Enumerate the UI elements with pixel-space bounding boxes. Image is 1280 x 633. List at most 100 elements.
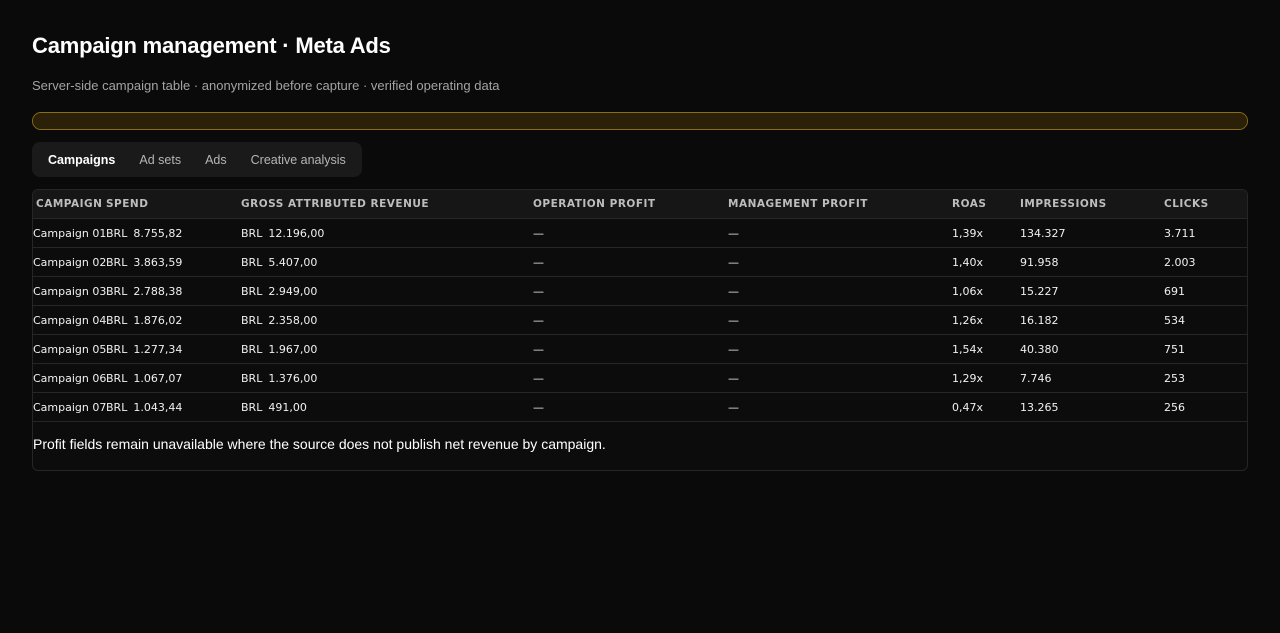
cell-spend: BRL 1.277,34	[106, 334, 241, 364]
table-row[interactable]: Campaign 02 BRL 3.863,59 BRL 5.407,00 — — …	[33, 247, 1247, 277]
cell-impressions: 40.380	[1020, 334, 1164, 364]
tab-ads[interactable]: Ads	[193, 146, 239, 174]
cell-spend: BRL 1.043,44	[106, 392, 241, 422]
cell-roas: 0,47x	[952, 392, 1020, 422]
currency-code: BRL	[106, 400, 128, 414]
page-title: Campaign management · Meta Ads	[32, 33, 391, 58]
campaign-management-page: Campaign management · Meta Ads Server-si…	[0, 0, 1280, 633]
amount: 1.376,00	[268, 371, 318, 385]
loading-progress-bar	[32, 112, 1248, 130]
cell-campaign: Campaign 01	[33, 218, 106, 248]
cell-revenue: BRL 1.376,00	[241, 363, 533, 393]
table-row[interactable]: Campaign 04 BRL 1.876,02 BRL 2.358,00 — — …	[33, 305, 1247, 335]
currency-code: BRL	[241, 342, 263, 356]
column-header-impressions[interactable]: Impressions	[1020, 190, 1164, 219]
column-header-management-profit[interactable]: Management profit	[728, 190, 952, 219]
table-row[interactable]: Campaign 01 BRL 8.755,82 BRL 12.196,00 — —…	[33, 218, 1247, 248]
amount: 1.067,07	[133, 371, 183, 385]
cell-campaign: Campaign 03	[33, 276, 106, 306]
cell-revenue: BRL 2.949,00	[241, 276, 533, 306]
cell-operation-profit: —	[533, 276, 728, 306]
cell-spend: BRL 1.067,07	[106, 363, 241, 393]
table-row[interactable]: Campaign 05 BRL 1.277,34 BRL 1.967,00 — — …	[33, 334, 1247, 364]
cell-spend: BRL 2.788,38	[106, 276, 241, 306]
table-row[interactable]: Campaign 03 BRL 2.788,38 BRL 2.949,00 — — …	[33, 276, 1247, 306]
cell-operation-profit: —	[533, 247, 728, 277]
cell-campaign: Campaign 04	[33, 305, 106, 335]
cell-spend: BRL 8.755,82	[106, 218, 241, 248]
cell-clicks: 2.003	[1164, 247, 1247, 277]
cell-clicks: 534	[1164, 305, 1247, 335]
cell-management-profit: —	[728, 218, 952, 248]
cell-campaign: Campaign 02	[33, 247, 106, 277]
currency-code: BRL	[106, 284, 128, 298]
cell-operation-profit: —	[533, 218, 728, 248]
cell-revenue: BRL 2.358,00	[241, 305, 533, 335]
column-header-campaign[interactable]: Campaign	[33, 190, 106, 219]
cell-campaign: Campaign 07	[33, 392, 106, 422]
column-header-operation-profit[interactable]: Operation profit	[533, 190, 728, 219]
cell-clicks: 253	[1164, 363, 1247, 393]
cell-operation-profit: —	[533, 334, 728, 364]
amount: 2.788,38	[133, 284, 183, 298]
cell-roas: 1,40x	[952, 247, 1020, 277]
column-header-gross-attributed-revenue[interactable]: Gross attributed revenue	[241, 190, 533, 219]
currency-code: BRL	[106, 371, 128, 385]
campaign-table: Campaign Spend Gross attributed revenue …	[33, 190, 1247, 422]
cell-roas: 1,29x	[952, 363, 1020, 393]
amount: 12.196,00	[268, 226, 325, 240]
cell-revenue: BRL 1.967,00	[241, 334, 533, 364]
table-row[interactable]: Campaign 07 BRL 1.043,44 BRL 491,00 — — 0,…	[33, 392, 1247, 422]
cell-clicks: 691	[1164, 276, 1247, 306]
cell-management-profit: —	[728, 305, 952, 335]
cell-impressions: 91.958	[1020, 247, 1164, 277]
cell-roas: 1,39x	[952, 218, 1020, 248]
cell-clicks: 256	[1164, 392, 1247, 422]
tab-ad-sets[interactable]: Ad sets	[127, 146, 193, 174]
cell-revenue: BRL 12.196,00	[241, 218, 533, 248]
amount: 1.876,02	[133, 313, 183, 327]
cell-spend: BRL 3.863,59	[106, 247, 241, 277]
cell-revenue: BRL 5.407,00	[241, 247, 533, 277]
cell-management-profit: —	[728, 247, 952, 277]
cell-roas: 1,54x	[952, 334, 1020, 364]
cell-management-profit: —	[728, 392, 952, 422]
currency-code: BRL	[241, 371, 263, 385]
currency-code: BRL	[241, 400, 263, 414]
amount: 1.277,34	[133, 342, 183, 356]
cell-clicks: 3.711	[1164, 218, 1247, 248]
currency-code: BRL	[241, 226, 263, 240]
table-footnote: Profit fields remain unavailable where t…	[33, 436, 606, 452]
column-header-spend[interactable]: Spend	[106, 190, 241, 219]
campaign-table-card: Campaign Spend Gross attributed revenue …	[32, 189, 1248, 471]
column-header-clicks[interactable]: Clicks	[1164, 190, 1247, 219]
view-tabs: Campaigns Ad sets Ads Creative analysis	[32, 142, 362, 177]
tab-campaigns[interactable]: Campaigns	[36, 146, 127, 174]
tab-creative-analysis[interactable]: Creative analysis	[239, 146, 358, 174]
cell-management-profit: —	[728, 363, 952, 393]
currency-code: BRL	[106, 342, 128, 356]
amount: 2.949,00	[268, 284, 318, 298]
cell-impressions: 7.746	[1020, 363, 1164, 393]
cell-clicks: 751	[1164, 334, 1247, 364]
amount: 2.358,00	[268, 313, 318, 327]
cell-impressions: 134.327	[1020, 218, 1164, 248]
amount: 491,00	[268, 400, 307, 414]
cell-spend: BRL 1.876,02	[106, 305, 241, 335]
cell-impressions: 13.265	[1020, 392, 1164, 422]
column-header-roas[interactable]: ROAS	[952, 190, 1020, 219]
cell-roas: 1,26x	[952, 305, 1020, 335]
cell-impressions: 16.182	[1020, 305, 1164, 335]
table-row[interactable]: Campaign 06 BRL 1.067,07 BRL 1.376,00 — — …	[33, 363, 1247, 393]
cell-campaign: Campaign 06	[33, 363, 106, 393]
amount: 3.863,59	[133, 255, 183, 269]
cell-roas: 1,06x	[952, 276, 1020, 306]
cell-management-profit: —	[728, 276, 952, 306]
page-subtitle: Server-side campaign table · anonymized …	[32, 78, 500, 93]
cell-operation-profit: —	[533, 363, 728, 393]
amount: 1.967,00	[268, 342, 318, 356]
amount: 1.043,44	[133, 400, 183, 414]
currency-code: BRL	[106, 226, 128, 240]
amount: 5.407,00	[268, 255, 318, 269]
cell-campaign: Campaign 05	[33, 334, 106, 364]
